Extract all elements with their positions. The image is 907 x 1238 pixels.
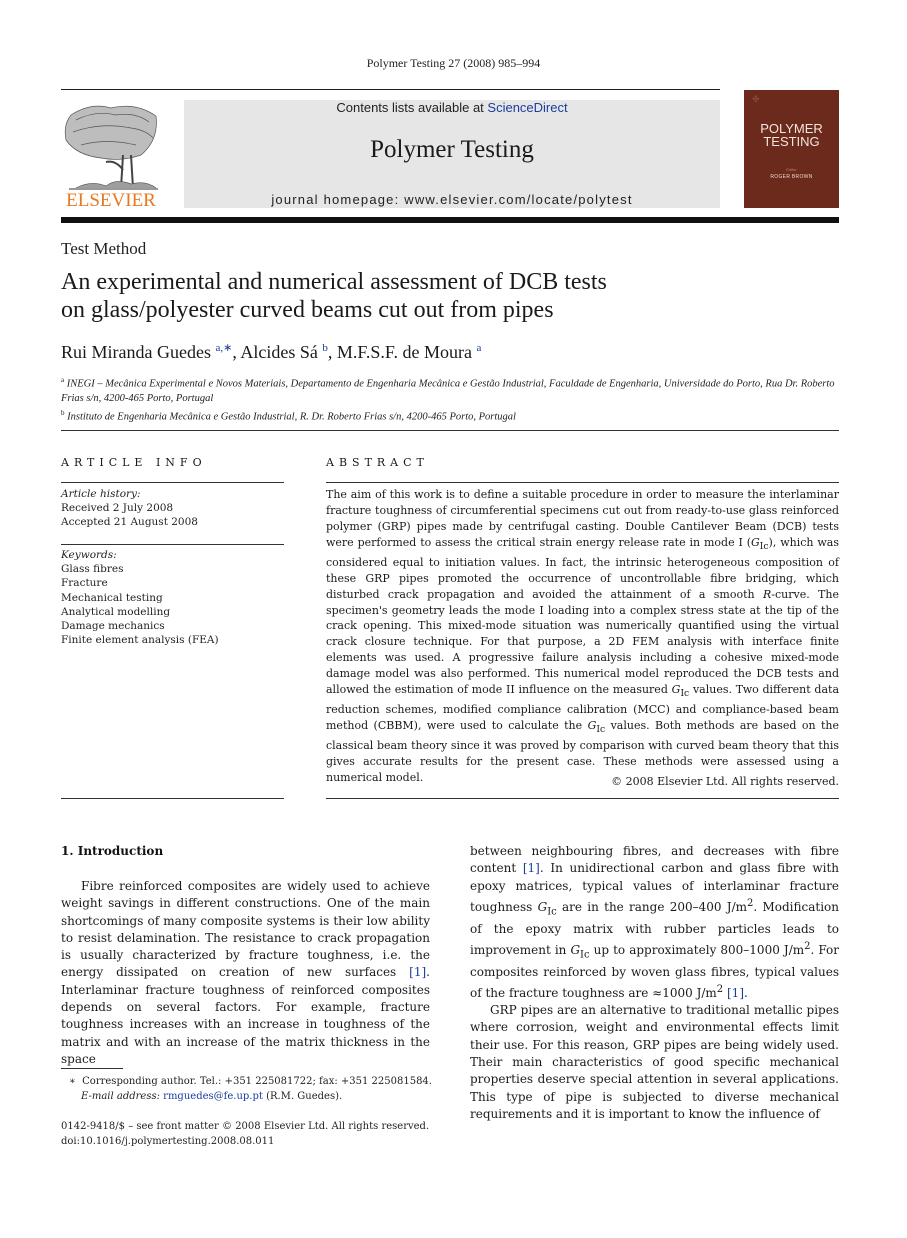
elsevier-wordmark: ELSEVIER	[66, 190, 156, 211]
corresponding-author-footnote: ∗ Corresponding author. Tel.: +351 22508…	[61, 1074, 441, 1104]
symbol-sub: Ic	[596, 724, 606, 736]
author-affil-link[interactable]: a	[476, 342, 481, 354]
journal-cover	[744, 90, 839, 208]
symbol-g: G	[537, 899, 548, 914]
footnote-marker: ∗	[69, 1076, 76, 1087]
text-part: up to approximately 800–1000 J/m	[589, 942, 805, 957]
journal-citation: Polymer Testing 27 (2008) 985–994	[366, 56, 541, 70]
paper-title-line1: An experimental and numerical assessment…	[61, 269, 607, 295]
keywords-label: Keywords:	[61, 549, 117, 561]
paper-title-line2: on glass/polyester curved beams cut out …	[61, 297, 554, 323]
keyword-item: Mechanical testing	[61, 591, 163, 604]
cover-editor: ROGER BROWN	[770, 174, 813, 180]
affiliation-marker: b	[61, 408, 65, 417]
article-history: Article history: Received 2 July 2008 Ac…	[61, 487, 284, 530]
keyword-item: Analytical modelling	[61, 605, 171, 618]
keyword-item: Fracture	[61, 577, 108, 590]
abstract-text-part: -curve. The specimen's geometry leads th…	[326, 587, 839, 697]
symbol-sub: Ic	[580, 949, 590, 961]
contents-line: Contents lists available at ScienceDirec…	[184, 100, 720, 115]
article-info-heading: ARTICLE INFO	[61, 456, 207, 469]
doi-line[interactable]: doi:10.1016/j.polymertesting.2008.08.011	[61, 1134, 441, 1149]
journal-title: Polymer Testing	[370, 136, 534, 163]
email-link[interactable]: rmguedes@fe.up.pt	[163, 1091, 263, 1102]
symbol-sub: Ic	[547, 906, 557, 918]
history-label: Article history:	[61, 488, 141, 500]
abstract-copyright: © 2008 Elsevier Ltd. All rights reserved…	[611, 775, 839, 788]
section-type: Test Method	[61, 239, 147, 258]
affiliation-rule	[61, 430, 839, 431]
text-part: Fibre reinforced composites are widely u…	[61, 879, 430, 980]
keyword-item: Damage mechanics	[61, 620, 165, 633]
affiliation-item: a INEGI – Mecânica Experimental e Novos …	[61, 373, 841, 406]
affiliations: a INEGI – Mecânica Experimental e Novos …	[61, 373, 841, 424]
keyword-item: Finite element analysis (FEA)	[61, 634, 219, 647]
text-part: .	[744, 985, 748, 1000]
abstract-body: The aim of this work is to define a suit…	[326, 487, 839, 786]
symbol-sub: Ic	[680, 688, 690, 700]
symbol-g: G	[751, 535, 760, 549]
issn-line: 0142-9418/$ – see front matter © 2008 El…	[61, 1121, 430, 1132]
affiliation-item: b Instituto de Engenharia Mecânica e Ges…	[61, 406, 841, 425]
affiliation-marker: a	[61, 376, 65, 384]
page-footer: 0142-9418/$ – see front matter © 2008 El…	[61, 1119, 441, 1149]
email-label: E-mail address:	[81, 1091, 164, 1102]
affiliation-text: Instituto de Engenharia Mecânica e Gestã…	[67, 411, 516, 422]
cover-title: POLYMER TESTING	[744, 122, 839, 148]
author-list: Rui Miranda Guedes a,∗, Alcides Sá b, M.…	[61, 341, 481, 363]
author-sep: ,	[327, 342, 337, 362]
superscript: 2	[716, 983, 724, 995]
header-thick-rule	[61, 217, 839, 223]
keyword-item: Glass fibres	[61, 563, 124, 576]
sciencedirect-link[interactable]: ScienceDirect	[487, 100, 567, 115]
keywords-rule	[61, 544, 284, 545]
abstract-text-part: The aim of this work is to define a suit…	[326, 488, 839, 549]
reference-link[interactable]: [1]	[409, 965, 426, 979]
cover-emblem-icon: ✤	[752, 95, 760, 105]
email-suffix: (R.M. Guedes).	[262, 1091, 343, 1102]
author-affil-link[interactable]: a,∗	[215, 342, 232, 354]
journal-homepage[interactable]: journal homepage: www.elsevier.com/locat…	[184, 192, 720, 207]
intro-paragraph: GRP pipes are an alternative to traditio…	[470, 1003, 839, 1121]
header-rule	[61, 89, 720, 90]
symbol-sub: Ic	[759, 540, 769, 552]
abstract-heading: ABSTRACT	[326, 456, 429, 469]
accepted-date: Accepted 21 August 2008	[61, 516, 198, 529]
reference-link[interactable]: [1]	[727, 986, 744, 1000]
abstract-rule	[326, 482, 839, 483]
contents-prefix: Contents lists available at	[336, 100, 488, 115]
symbol-g: G	[570, 942, 581, 957]
keywords-block: Keywords: Glass fibres Fracture Mechanic…	[61, 548, 284, 647]
cover-editor-label: Editor	[786, 167, 797, 172]
author-name: M.F.S.F. de Moura	[336, 342, 472, 362]
footnote-rule	[61, 1068, 123, 1069]
received-date: Received 2 July 2008	[61, 502, 174, 515]
article-info-rule	[61, 482, 284, 483]
affiliation-text: INEGI – Mecânica Experimental e Novos Ma…	[61, 378, 835, 404]
intro-right-column: between neighbouring fibres, and decreas…	[470, 843, 839, 1123]
text-part: are in the range 200–400 J/m	[556, 899, 748, 914]
author-name: Alcides Sá	[240, 342, 318, 362]
intro-paragraph: Fibre reinforced composites are widely u…	[61, 878, 430, 1068]
text-part: . Interlaminar fracture toughness of rei…	[61, 965, 430, 1066]
author-name: Rui Miranda Guedes	[61, 342, 211, 362]
paper-title: An experimental and numerical assessment…	[61, 268, 841, 324]
reference-link[interactable]: [1]	[523, 861, 540, 875]
article-info-bottom-rule	[61, 798, 284, 799]
intro-left-column: Fibre reinforced composites are widely u…	[61, 878, 430, 1068]
cover-title-line2: TESTING	[763, 134, 820, 149]
abstract-bottom-rule	[326, 798, 839, 799]
footnote-text: Corresponding author. Tel.: +351 2250817…	[82, 1076, 432, 1087]
intro-paragraph: between neighbouring fibres, and decreas…	[470, 843, 839, 1002]
introduction-heading: 1. Introduction	[61, 844, 164, 858]
